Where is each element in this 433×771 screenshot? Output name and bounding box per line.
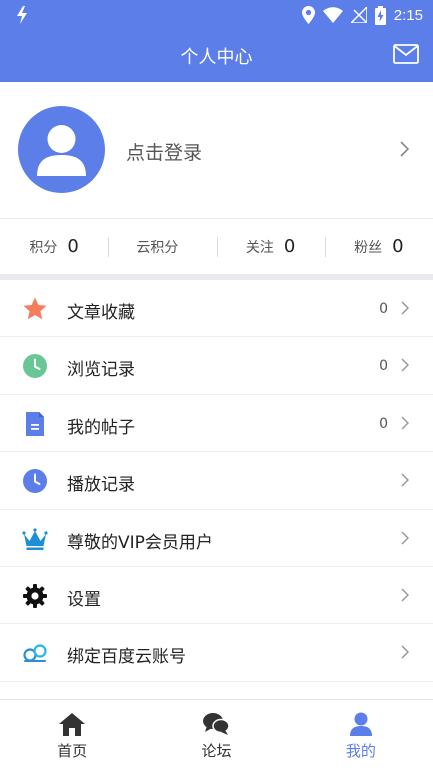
chevron-right-icon bbox=[401, 358, 409, 372]
chevron-right-icon bbox=[401, 588, 409, 602]
chevron-right-icon bbox=[400, 141, 409, 157]
flash-icon bbox=[17, 6, 27, 24]
menu-list: 文章收藏 0 浏览记录 0 我的帖子 0 播放记录 尊敬的VIP会员用户 设置 … bbox=[0, 280, 433, 699]
status-bar: 2:15 bbox=[0, 0, 433, 30]
gear-icon bbox=[23, 583, 47, 608]
menu-item-count: 0 bbox=[379, 415, 388, 432]
page-title: 个人中心 bbox=[180, 47, 253, 68]
avatar[interactable] bbox=[18, 106, 105, 193]
wifi-icon bbox=[322, 7, 343, 23]
menu-item-partial[interactable] bbox=[0, 682, 433, 699]
system-icons: 2:15 bbox=[301, 5, 423, 25]
default-avatar-icon bbox=[37, 125, 86, 176]
stat-label: 关注 bbox=[245, 239, 274, 256]
menu-item-label: 播放记录 bbox=[67, 475, 135, 496]
tab-mine[interactable]: 我的 bbox=[289, 700, 433, 771]
stat-following[interactable]: 关注 0 bbox=[216, 219, 325, 274]
login-prompt[interactable]: 点击登录 bbox=[126, 138, 202, 165]
mail-icon[interactable] bbox=[393, 43, 419, 65]
menu-item-label: 浏览记录 bbox=[67, 360, 135, 381]
menu-item-count: 0 bbox=[379, 301, 388, 317]
document-icon bbox=[26, 411, 44, 436]
location-icon bbox=[301, 6, 315, 24]
stat-label: 积分 bbox=[29, 239, 58, 256]
menu-item-bind-baidu-cloud[interactable]: 绑定百度云账号 bbox=[0, 624, 433, 682]
chevron-right-icon bbox=[401, 416, 409, 430]
stat-value: 0 bbox=[283, 236, 296, 257]
tab-label: 我的 bbox=[345, 742, 376, 760]
tab-home[interactable]: 首页 bbox=[0, 700, 144, 771]
tab-label: 论坛 bbox=[201, 742, 232, 760]
app-bar: 个人中心 bbox=[0, 30, 433, 82]
menu-item-vip[interactable]: 尊敬的VIP会员用户 bbox=[0, 510, 433, 567]
star-icon bbox=[23, 297, 47, 320]
stat-label: 粉丝 bbox=[354, 239, 383, 256]
stat-label: 云积分 bbox=[136, 239, 179, 256]
stats-bar: 积分 0 云积分 关注 0 粉丝 0 bbox=[0, 218, 433, 274]
stat-followers[interactable]: 粉丝 0 bbox=[324, 219, 433, 274]
menu-item-my-posts[interactable]: 我的帖子 0 bbox=[0, 395, 433, 453]
chevron-right-icon bbox=[401, 531, 409, 545]
menu-item-settings[interactable]: 设置 bbox=[0, 567, 433, 625]
chat-bubbles-icon bbox=[203, 713, 231, 735]
tab-label: 首页 bbox=[57, 742, 88, 760]
clock-icon bbox=[23, 354, 47, 379]
menu-item-history[interactable]: 浏览记录 0 bbox=[0, 337, 433, 395]
menu-item-label: 我的帖子 bbox=[67, 417, 135, 438]
tab-forum[interactable]: 论坛 bbox=[144, 700, 288, 771]
home-icon bbox=[59, 713, 86, 736]
menu-item-play-history[interactable]: 播放记录 bbox=[0, 452, 433, 510]
stat-value: 0 bbox=[67, 236, 79, 257]
clock-icon bbox=[23, 469, 47, 494]
chevron-right-icon bbox=[401, 645, 409, 659]
menu-item-label: 绑定百度云账号 bbox=[67, 647, 186, 668]
stat-cloud-points[interactable]: 云积分 bbox=[108, 219, 216, 274]
cloud-link-icon bbox=[23, 644, 47, 663]
bottom-nav: 首页 论坛 我的 bbox=[0, 699, 433, 771]
no-signal-icon bbox=[350, 7, 367, 23]
menu-item-favorites[interactable]: 文章收藏 0 bbox=[0, 280, 433, 338]
login-profile-row[interactable]: 点击登录 bbox=[0, 82, 433, 218]
menu-item-label: 文章收藏 bbox=[67, 303, 135, 323]
chevron-right-icon bbox=[401, 473, 409, 487]
menu-item-label: 设置 bbox=[67, 589, 101, 610]
crown-icon bbox=[22, 527, 48, 550]
menu-item-count: 0 bbox=[379, 358, 388, 375]
stat-value: 0 bbox=[392, 236, 404, 257]
stat-points[interactable]: 积分 0 bbox=[0, 219, 108, 274]
chevron-right-icon bbox=[401, 301, 409, 315]
person-icon bbox=[349, 712, 372, 736]
clock-time: 2:15 bbox=[393, 6, 423, 24]
battery-charging-icon bbox=[374, 5, 386, 25]
menu-item-label: 尊敬的VIP会员用户 bbox=[67, 532, 213, 553]
